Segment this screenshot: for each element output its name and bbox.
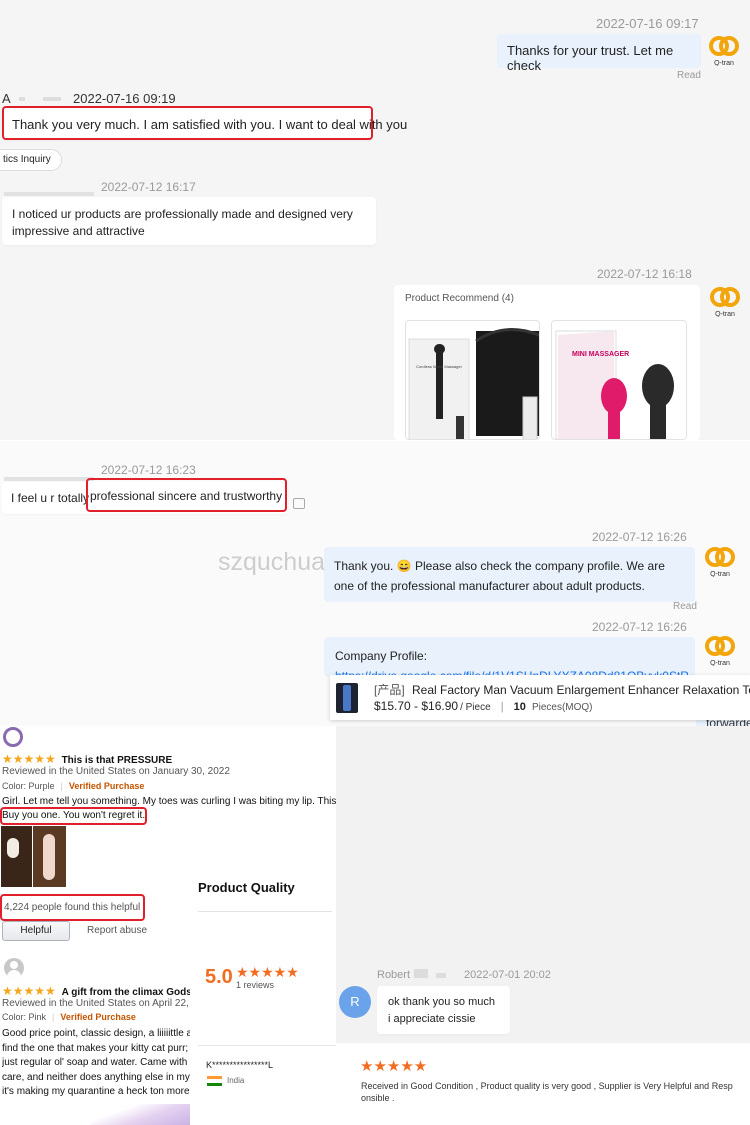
product-thumbnail[interactable]: Cordless Wand Massager xyxy=(405,320,540,440)
sender-name: A xyxy=(2,91,61,106)
review-meta: Reviewed in the United States on April 2… xyxy=(2,998,189,1009)
divider xyxy=(198,911,332,912)
quality-title: Product Quality xyxy=(198,880,295,895)
review-body: Buy you one. You won't regret it. xyxy=(2,810,146,821)
supplier-logo-icon: Q-tran xyxy=(708,34,740,71)
review-photo[interactable] xyxy=(33,826,66,887)
quality-score: 5.0 xyxy=(205,966,233,988)
report-abuse-link[interactable]: Report abuse xyxy=(87,925,147,936)
translate-icon[interactable] xyxy=(293,498,305,509)
supplier-logo-icon: Q-tran xyxy=(704,634,736,671)
product-card[interactable]: [产品] Real Factory Man Vacuum Enlargement… xyxy=(330,675,750,720)
svg-text:Q-tran: Q-tran xyxy=(714,60,734,66)
product-box-text: MINI MASSAGER xyxy=(572,351,629,358)
decorative-strip xyxy=(90,1104,190,1125)
timestamp: 2022-07-12 16:26 xyxy=(592,620,687,634)
message-text: ok thank you so much xyxy=(388,996,496,1008)
timestamp: 2022-07-01 20:02 xyxy=(464,969,551,981)
review-photo[interactable] xyxy=(1,826,32,887)
product-quality-panel xyxy=(190,870,336,1125)
review-body: Girl. Let me tell you something. My toes… xyxy=(2,796,337,807)
quality-stars: ★★★★★ xyxy=(236,964,299,980)
review-variant: Color: Pink | Verified Purchase xyxy=(2,1012,136,1022)
profile-label: Company Profile: xyxy=(335,649,428,663)
review-heading: ★★★★★ This is that PRESSURE xyxy=(2,752,173,766)
timestamp: 2022-07-12 16:18 xyxy=(597,267,692,281)
message-text: i appreciate cissie xyxy=(388,1013,476,1025)
inquiry-tag[interactable]: tics Inquiry xyxy=(0,149,62,171)
card-title: Product Recommend (4) xyxy=(405,293,514,304)
rating-stars: ★★★★★ xyxy=(360,1058,428,1075)
svg-text:Q-tran: Q-tran xyxy=(710,571,730,577)
avatar xyxy=(3,727,23,747)
reviewer-name: K****************L xyxy=(206,1060,274,1070)
message-text: Thank you very much. I am satisfied with… xyxy=(12,117,408,132)
supplier-logo-icon: Q-tran xyxy=(709,285,741,322)
avatar xyxy=(4,958,24,978)
timestamp: 2022-07-16 09:17 xyxy=(596,16,699,31)
timestamp: 2022-07-16 09:19 xyxy=(73,91,176,106)
helpful-count: 4,224 people found this helpful xyxy=(4,902,141,913)
svg-text:Q-tran: Q-tran xyxy=(715,311,735,317)
india-flag-icon xyxy=(207,1076,222,1086)
review-variant: Color: Purple | Verified Purchase xyxy=(2,781,145,791)
product-price-row: $15.70 - $16.90/ Piece | 10 Pieces(MOQ) xyxy=(374,699,593,713)
timestamp: 2022-07-12 16:17 xyxy=(101,180,196,194)
sender-name: Robert xyxy=(377,969,447,981)
message-bubble: ok thank you so much i appreciate cissie xyxy=(377,986,510,1034)
reviewer-country: India xyxy=(227,1076,245,1085)
rating-text: Received in Good Condition , Product qua… xyxy=(361,1081,733,1103)
product-title: [产品] Real Factory Man Vacuum Enlargement… xyxy=(374,683,750,697)
read-status: Read xyxy=(677,70,701,81)
review-body: Good price point, classic design, a liii… xyxy=(2,1028,190,1097)
message-bubble: Company Profile: https://drive.google.co… xyxy=(324,637,695,677)
timestamp: 2022-07-12 16:23 xyxy=(101,463,196,477)
supplier-logo-icon: Q-tran xyxy=(704,545,736,582)
product-recommend-card[interactable]: Product Recommend (4) Cordless Wand Mass… xyxy=(394,285,700,440)
quality-review-count: 1 reviews xyxy=(236,980,275,990)
message-bubble: I noticed ur products are professionally… xyxy=(2,197,376,245)
read-status: Read xyxy=(673,601,697,612)
message-text-highlighted: professional sincere and trustworthy xyxy=(90,489,283,503)
message-bubble: Thank you. 😄 Please also check the compa… xyxy=(324,547,695,602)
review-heading: ★★★★★ A gift from the climax Gods. xyxy=(2,984,195,998)
product-image xyxy=(336,683,358,713)
product-thumbnail[interactable]: MINI MASSAGER xyxy=(551,320,687,440)
divider xyxy=(198,1045,336,1046)
review-meta: Reviewed in the United States on January… xyxy=(2,766,230,777)
avatar: R xyxy=(339,986,371,1018)
svg-text:Q-tran: Q-tran xyxy=(710,660,730,666)
message-text: I feel u r totally xyxy=(11,491,93,505)
message-text: I noticed ur products are professionally… xyxy=(12,207,353,238)
message-text: Thank you. 😄 Please also check the compa… xyxy=(334,559,665,593)
helpful-button[interactable]: Helpful xyxy=(2,921,70,941)
timestamp: 2022-07-12 16:26 xyxy=(592,530,687,544)
message-bubble: Thanks for your trust. Let me check xyxy=(497,34,701,73)
product-box-text: Cordless Wand Massager xyxy=(416,364,463,369)
